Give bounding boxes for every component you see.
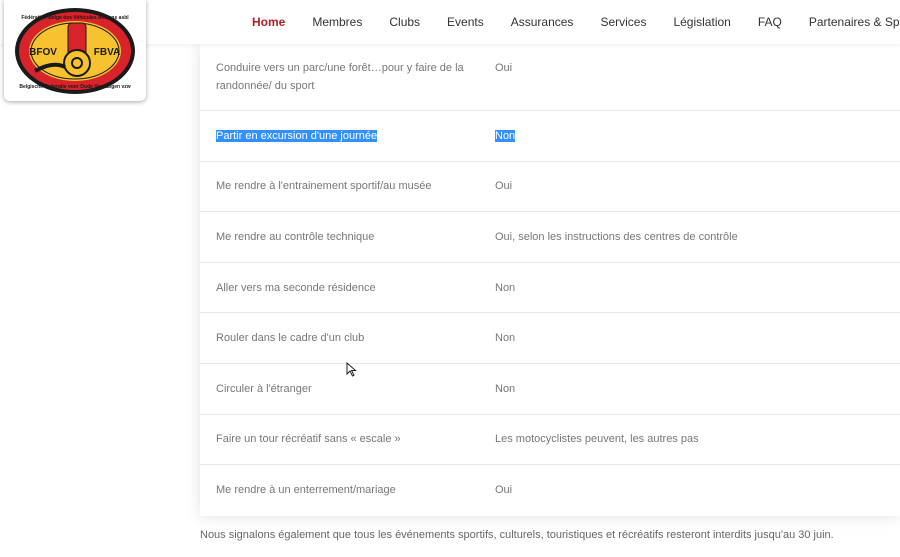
row-question: Rouler dans le cadre d'un club: [216, 332, 365, 345]
table-row: Aller vers ma seconde résidence Non: [200, 263, 900, 314]
row-answer: Non: [495, 281, 516, 294]
row-answer: Oui, selon les instructions des centres …: [495, 230, 738, 243]
nav-events[interactable]: Events: [447, 0, 484, 44]
site-logo[interactable]: Fédération Belge des Véhicules Anciens a…: [4, 0, 146, 101]
table-row: Me rendre au contrôle technique Oui, sel…: [200, 212, 900, 263]
row-question: Me rendre à l'entrainement sportif/au mu…: [216, 180, 432, 193]
nav-membres[interactable]: Membres: [312, 0, 362, 44]
mouse-cursor-icon: [346, 362, 357, 377]
nav-legislation[interactable]: Législation: [673, 0, 730, 44]
row-question: Circuler à l'étranger: [216, 382, 312, 395]
row-answer: Oui: [495, 180, 513, 193]
row-answer: Non: [495, 332, 516, 345]
row-question: Me rendre à un enterrement/mariage: [216, 484, 396, 497]
row-question: Aller vers ma seconde résidence: [216, 281, 376, 294]
row-answer: Les motocyclistes peuvent, les autres pa…: [495, 433, 699, 446]
nav-partenaires[interactable]: Partenaires & Spécia: [809, 0, 900, 44]
bfov-fbva-logo-icon: Fédération Belge des Véhicules Anciens a…: [15, 7, 135, 94]
table-row: Faire un tour récréatif sans « escale » …: [200, 415, 900, 466]
row-answer: Oui: [495, 62, 513, 74]
main-nav: Home Membres Clubs Events Assurances Ser…: [252, 0, 900, 44]
svg-text:FBVA: FBVA: [94, 47, 120, 58]
row-answer: Oui: [495, 484, 513, 497]
nav-home[interactable]: Home: [252, 0, 285, 44]
table-row: Circuler à l'étranger Non: [200, 364, 900, 415]
nav-faq[interactable]: FAQ: [758, 0, 782, 44]
footer-note: Nous signalons également que tous les év…: [200, 529, 834, 541]
row-question: Me rendre au contrôle technique: [216, 230, 375, 243]
svg-text:Fédération Belge des Véhicules: Fédération Belge des Véhicules Anciens a…: [21, 15, 129, 21]
row-answer: Non: [495, 382, 516, 395]
rules-table: Conduire vers un parc/une forêt…pour y f…: [200, 44, 900, 516]
nav-clubs[interactable]: Clubs: [389, 0, 420, 44]
table-row: Me rendre à l'entrainement sportif/au mu…: [200, 162, 900, 213]
row-answer: Non: [495, 129, 516, 142]
table-row: Partir en excursion d'une journée Non: [200, 111, 900, 162]
table-row: Rouler dans le cadre d'un club Non: [200, 313, 900, 364]
row-question: Partir en excursion d'une journée: [216, 129, 378, 142]
nav-assurances[interactable]: Assurances: [511, 0, 574, 44]
nav-services[interactable]: Services: [600, 0, 646, 44]
table-row: Conduire vers un parc/une forêt…pour y f…: [200, 44, 900, 111]
svg-text:Belgische Federatie voor Oude: Belgische Federatie voor Oude Voertuigen…: [19, 84, 130, 90]
svg-text:BFOV: BFOV: [29, 47, 57, 58]
row-question: Faire un tour récréatif sans « escale »: [216, 433, 401, 446]
row-question: Conduire vers un parc/une forêt…pour y f…: [216, 62, 464, 92]
table-row: Me rendre à un enterrement/mariage Oui: [200, 465, 900, 516]
